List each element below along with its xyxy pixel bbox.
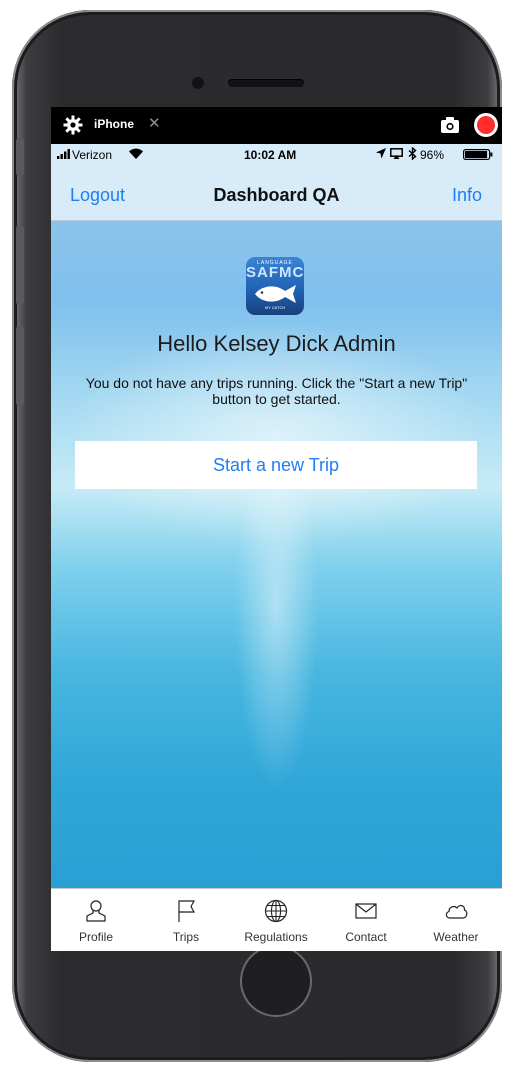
person-icon: [86, 900, 106, 922]
no-trips-message: You do not have any trips running. Click…: [85, 375, 468, 407]
fish-icon: [255, 285, 296, 303]
earpiece-speaker: [228, 79, 304, 87]
status-bar: Verizon 10:02 AM 96%: [51, 144, 502, 166]
dashboard-content: LANGUAGE SAFMC MY CATCH Hello Kelsey Dic…: [51, 221, 502, 888]
greeting: Hello Kelsey Dick Admin: [157, 331, 396, 356]
phone-frame: iPhone ✕ Verizon 10:02 AM 96% Logout Das…: [12, 10, 502, 1062]
tab-bar: Profile Trips Regulations Contact Weathe…: [51, 888, 502, 951]
front-camera: [192, 77, 204, 89]
battery-icon: [463, 149, 493, 160]
start-new-trip-button[interactable]: Start a new Trip: [75, 441, 477, 489]
gear-icon[interactable]: [63, 115, 83, 135]
bluetooth-icon: [408, 147, 417, 160]
status-time: 10:02 AM: [244, 148, 297, 162]
tab-label: Weather: [433, 930, 479, 944]
wifi-icon: [129, 148, 143, 159]
app-logo: LANGUAGE SAFMC MY CATCH: [246, 257, 304, 315]
info-button[interactable]: Info: [452, 185, 482, 206]
close-icon[interactable]: ✕: [148, 114, 161, 132]
flag-icon: [178, 900, 196, 922]
envelope-icon: [355, 903, 377, 919]
device-label: iPhone: [94, 117, 135, 131]
page-title: Dashboard QA: [213, 185, 340, 205]
cloud-icon: [445, 904, 468, 919]
globe-icon: [264, 899, 288, 923]
logo-subtitle: MY CATCH: [264, 305, 286, 310]
volume-down-button: [16, 326, 24, 406]
volume-up-button: [16, 225, 24, 305]
battery-percent: 96%: [420, 148, 445, 162]
navigation-bar: Logout Dashboard QA Info: [51, 166, 502, 221]
tab-profile[interactable]: Profile: [51, 889, 141, 951]
home-button[interactable]: [240, 945, 312, 1017]
tab-contact[interactable]: Contact: [321, 889, 411, 951]
signal-strength-icon: [57, 149, 70, 159]
carrier-name: Verizon: [72, 148, 113, 162]
tab-label: Profile: [78, 930, 113, 944]
mute-switch: [16, 138, 24, 176]
tab-label: Regulations: [244, 930, 308, 944]
screen: iPhone ✕ Verizon 10:02 AM 96% Logout Das…: [51, 107, 502, 951]
tab-regulations[interactable]: Regulations: [231, 889, 321, 951]
logo-wordmark: SAFMC: [246, 264, 304, 281]
tab-weather[interactable]: Weather: [411, 889, 501, 951]
capture-toolbar: iPhone ✕: [51, 107, 502, 144]
tab-label: Trips: [172, 930, 200, 944]
camera-icon[interactable]: [440, 116, 460, 134]
screen-mirroring-icon: [390, 148, 403, 159]
record-icon[interactable]: [474, 113, 498, 137]
tab-trips[interactable]: Trips: [141, 889, 231, 951]
location-arrow-icon: [376, 148, 386, 159]
tab-label: Contact: [345, 930, 387, 944]
